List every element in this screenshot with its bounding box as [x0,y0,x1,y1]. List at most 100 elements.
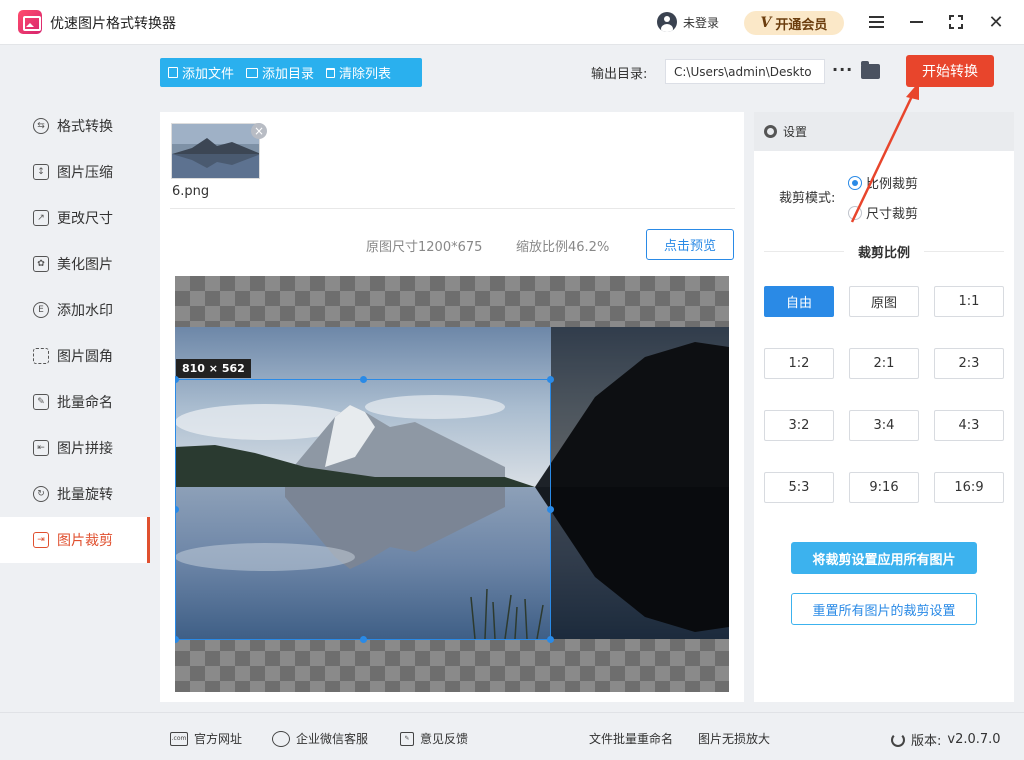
mode-size-radio[interactable]: 尺寸裁剪 [848,203,918,222]
zoom-ratio: 缩放比例46.2% [516,240,610,255]
wechat-label: 企业微信客服 [296,732,369,746]
crop-handle-top[interactable] [360,376,367,383]
user-avatar-icon [657,12,677,32]
ratio-button-3-4[interactable]: 3:4 [849,410,919,441]
minimize-icon [909,21,923,23]
ratio-button-5-3[interactable]: 5:3 [764,472,834,503]
stitch-icon: ⇤ [33,440,49,456]
radio-unchecked-icon [848,205,862,220]
crop-handle-bl[interactable] [175,636,179,643]
divider [170,208,735,209]
rotate-icon: ↻ [33,486,49,502]
ratio-button-3-2[interactable]: 3:2 [764,410,834,441]
crop-handle-tr[interactable] [547,376,554,383]
add-file-button[interactable]: 添加文件 [168,63,234,82]
mode-ratio-radio[interactable]: 比例裁剪 [848,173,918,192]
add-file-label: 添加文件 [182,67,235,82]
output-dir-field[interactable] [665,59,825,84]
file-name: 6.png [172,184,210,199]
format-convert-icon: ⇆ [33,118,49,134]
vip-icon: V [760,15,772,31]
version-number: v2.0.7.0 [947,732,1001,747]
file-toolbar: 添加文件 添加目录 清除列表 [160,58,422,87]
sidebar-item-label: 图片拼接 [57,441,113,457]
sidebar-item-compress[interactable]: ↕ 图片压缩 [0,149,150,195]
ratio-button-1-2[interactable]: 1:2 [764,348,834,379]
ratio-button-1-1[interactable]: 1:1 [934,286,1004,317]
crop-canvas[interactable]: 810 × 562 [175,276,729,692]
sidebar-item-round-corner[interactable]: 图片圆角 [0,333,150,379]
close-button[interactable]: ✕ [986,12,1006,33]
ratio-button-original[interactable]: 原图 [849,286,919,317]
start-convert-button[interactable]: 开始转换 [906,55,994,87]
crop-size-label: 810 × 562 [176,359,251,378]
vip-label: 开通会员 [775,17,828,33]
crop-handle-bottom[interactable] [360,636,367,643]
rename-icon: ✎ [33,394,49,410]
app-title: 优速图片格式转换器 [50,16,176,32]
sidebar: ⇆ 格式转换 ↕ 图片压缩 ↗ 更改尺寸 ✿ 美化图片 E 添加水印 图片圆角 ✎ 批量命名… [0,103,150,563]
sidebar-item-label: 添加水印 [57,303,113,319]
vip-button[interactable]: V 开通会员 [744,11,844,35]
sidebar-item-stitch[interactable]: ⇤ 图片拼接 [0,425,150,471]
version-label: 版本: [911,734,942,749]
crop-handle-right[interactable] [547,506,554,513]
ratio-button-9-16[interactable]: 9:16 [849,472,919,503]
sidebar-item-label: 格式转换 [57,119,113,135]
round-corner-icon [33,348,49,364]
login-button[interactable]: 未登录 [657,12,719,32]
crop-handle-tl[interactable] [175,376,179,383]
crop-handle-left[interactable] [175,506,179,513]
file-icon [168,67,178,78]
maximize-button[interactable] [946,12,966,32]
trash-icon [326,67,336,78]
mode-size-label: 尺寸裁剪 [866,207,919,222]
crop-icon: ⇥ [33,532,49,548]
preview-button[interactable]: 点击预览 [646,229,734,260]
ratio-button-2-1[interactable]: 2:1 [849,348,919,379]
reset-all-button[interactable]: 重置所有图片的裁剪设置 [791,593,977,625]
website-icon: .com [170,731,188,746]
sidebar-item-watermark[interactable]: E 添加水印 [0,287,150,333]
refresh-icon [891,732,905,747]
lossless-zoom-link[interactable]: 图片无损放大 [698,730,770,747]
settings-panel: 设置 裁剪模式: 比例裁剪 尺寸裁剪 裁剪比例 自由 原图 1:1 1:2 2:… [754,112,1014,702]
batch-rename-link[interactable]: 文件批量重命名 [589,730,673,747]
remove-file-icon[interactable]: × [251,123,267,139]
ratio-button-2-3[interactable]: 2:3 [934,348,1004,379]
version-info[interactable]: 版本: v2.0.7.0 [891,730,1001,749]
crop-box[interactable] [175,376,554,643]
sidebar-item-rotate[interactable]: ↻ 批量旋转 [0,471,150,517]
sidebar-item-rename[interactable]: ✎ 批量命名 [0,379,150,425]
website-link[interactable]: .com 官方网址 [170,730,242,747]
website-label: 官方网址 [194,732,243,746]
sidebar-item-resize[interactable]: ↗ 更改尺寸 [0,195,150,241]
footer: .com 官方网址 企业微信客服 ✎ 意见反馈 文件批量重命名 图片无损放大 版本:… [0,712,1024,760]
menu-button[interactable] [866,12,886,32]
clear-list-button[interactable]: 清除列表 [326,63,391,82]
resize-icon: ↗ [33,210,49,226]
sidebar-item-label: 更改尺寸 [57,211,113,227]
sidebar-item-beautify[interactable]: ✿ 美化图片 [0,241,150,287]
minimize-button[interactable] [906,12,926,32]
sidebar-item-crop[interactable]: ⇥ 图片裁剪 [0,517,150,563]
crop-handle-br[interactable] [547,636,554,643]
crop-mode-label: 裁剪模式: [779,191,836,206]
more-button[interactable]: ··· [832,60,853,79]
add-folder-label: 添加目录 [262,67,315,82]
mode-ratio-label: 比例裁剪 [866,177,919,192]
ratio-button-16-9[interactable]: 16:9 [934,472,1004,503]
settings-title: 设置 [783,125,808,139]
gear-icon [764,125,777,138]
sidebar-item-format-convert[interactable]: ⇆ 格式转换 [0,103,150,149]
original-size: 原图尺寸1200*675 [366,240,483,255]
file-thumbnail[interactable] [171,123,260,179]
ratio-button-free[interactable]: 自由 [764,286,834,317]
add-folder-button[interactable]: 添加目录 [246,63,314,82]
hamburger-icon [868,16,884,28]
open-folder-icon[interactable] [861,61,880,79]
wechat-service-link[interactable]: 企业微信客服 [272,730,368,747]
apply-all-button[interactable]: 将裁剪设置应用所有图片 [791,542,977,574]
ratio-button-4-3[interactable]: 4:3 [934,410,1004,441]
feedback-link[interactable]: ✎ 意见反馈 [400,730,468,747]
